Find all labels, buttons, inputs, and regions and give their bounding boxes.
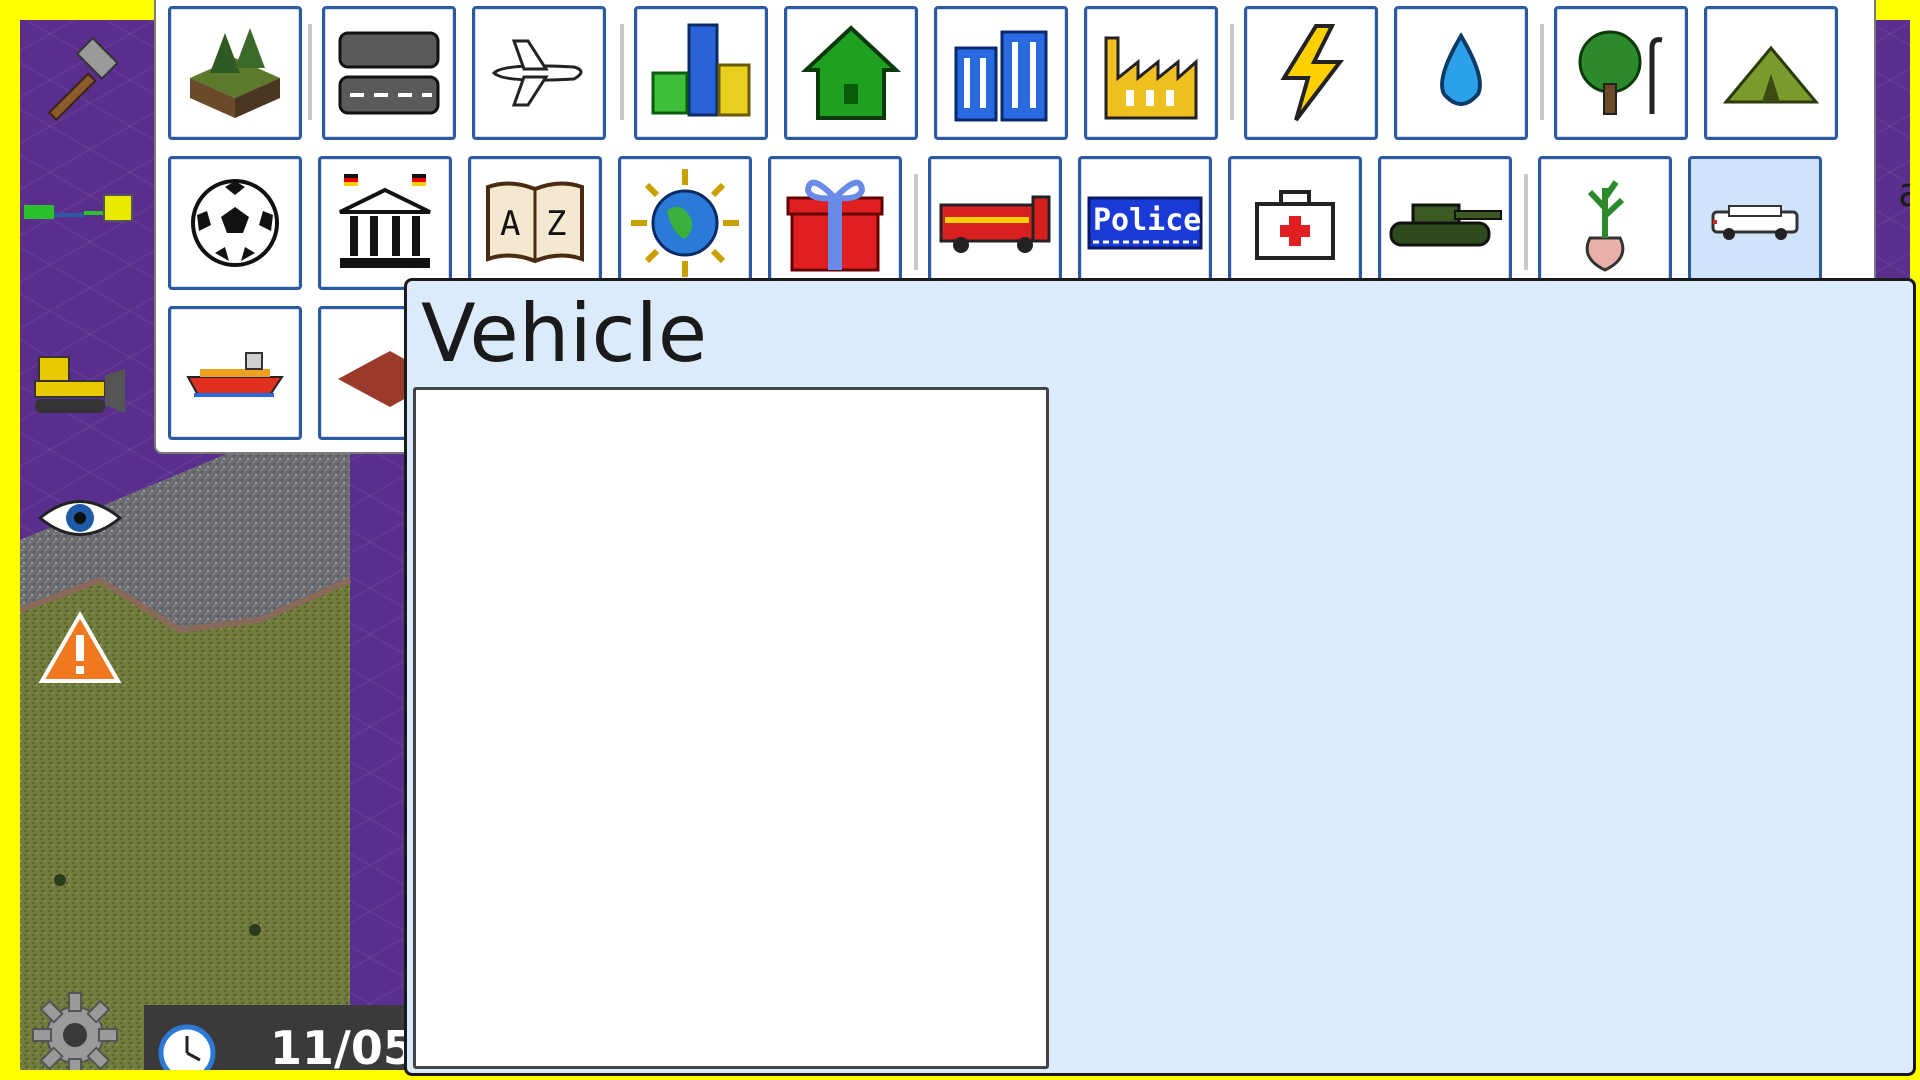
build-hammer-button[interactable] <box>30 32 130 132</box>
tree-icon <box>1578 30 1663 115</box>
tool-road[interactable] <box>322 6 456 140</box>
tool-power[interactable] <box>1244 6 1378 140</box>
gear-icon <box>32 992 118 1070</box>
tool-ship[interactable] <box>168 306 302 440</box>
tool-zones[interactable] <box>634 6 768 140</box>
tool-airport[interactable] <box>472 6 606 140</box>
svg-text:A: A <box>500 204 520 244</box>
tool-industrial[interactable] <box>1084 6 1218 140</box>
network-button[interactable] <box>20 180 140 240</box>
clipped-panel-text: a <box>1898 170 1910 216</box>
hammer-icon <box>47 37 119 122</box>
vehicle-list[interactable] <box>413 387 1049 1069</box>
road-icon <box>338 31 440 115</box>
tool-terrain[interactable] <box>168 6 302 140</box>
svg-text:Z: Z <box>546 204 566 244</box>
tool-special[interactable] <box>768 156 902 290</box>
eye-icon <box>37 500 123 536</box>
police-label: Police <box>1093 203 1202 238</box>
terrain-block-icon <box>190 28 280 118</box>
car-icon <box>1711 205 1799 240</box>
airplane-icon <box>491 39 583 107</box>
tool-education[interactable]: A Z <box>468 156 602 290</box>
government-building-icon <box>339 174 431 268</box>
tool-sports[interactable] <box>168 156 302 290</box>
office-buildings-icon <box>954 30 1048 122</box>
vehicle-dialog: Vehicle <box>404 278 1916 1076</box>
view-button[interactable] <box>30 478 130 558</box>
tool-vehicle[interactable] <box>1688 156 1822 290</box>
tool-camping[interactable] <box>1704 6 1838 140</box>
tool-park[interactable] <box>1554 6 1688 140</box>
tool-decoration[interactable] <box>1538 156 1672 290</box>
plant-vase-icon <box>1585 180 1625 272</box>
house-icon <box>800 25 902 120</box>
fire-truck-icon <box>939 195 1051 253</box>
clock-button[interactable] <box>152 1018 222 1070</box>
medical-kit-icon <box>1255 190 1335 260</box>
tool-fire[interactable] <box>928 156 1062 290</box>
globe-icon <box>631 169 739 277</box>
city-zones-icon <box>651 23 751 117</box>
tool-world[interactable] <box>618 156 752 290</box>
tool-military[interactable] <box>1378 156 1512 290</box>
warning-triangle-icon <box>38 610 122 683</box>
tool-residential[interactable] <box>784 6 918 140</box>
book-az-icon: A Z <box>486 181 584 264</box>
bulldozer-button[interactable] <box>25 340 135 430</box>
warnings-button[interactable] <box>30 605 130 690</box>
tool-health[interactable] <box>1228 156 1362 290</box>
tool-commercial[interactable] <box>934 6 1068 140</box>
water-drop-icon <box>1440 32 1482 106</box>
network-lines-icon <box>24 194 133 222</box>
gift-icon <box>786 179 884 272</box>
tool-water[interactable] <box>1394 6 1528 140</box>
clock-icon <box>158 1024 216 1070</box>
dialog-title: Vehicle <box>421 287 708 380</box>
bulldozer-icon <box>34 356 125 413</box>
tank-icon <box>1389 203 1502 247</box>
tent-icon <box>1722 45 1820 104</box>
settings-button[interactable] <box>20 985 130 1070</box>
lightning-icon <box>1280 24 1345 122</box>
tool-government[interactable] <box>318 156 452 290</box>
factory-icon <box>1104 36 1198 120</box>
soccer-ball-icon <box>191 179 279 267</box>
ship-icon <box>186 352 284 397</box>
tool-police[interactable]: Police <box>1078 156 1212 290</box>
